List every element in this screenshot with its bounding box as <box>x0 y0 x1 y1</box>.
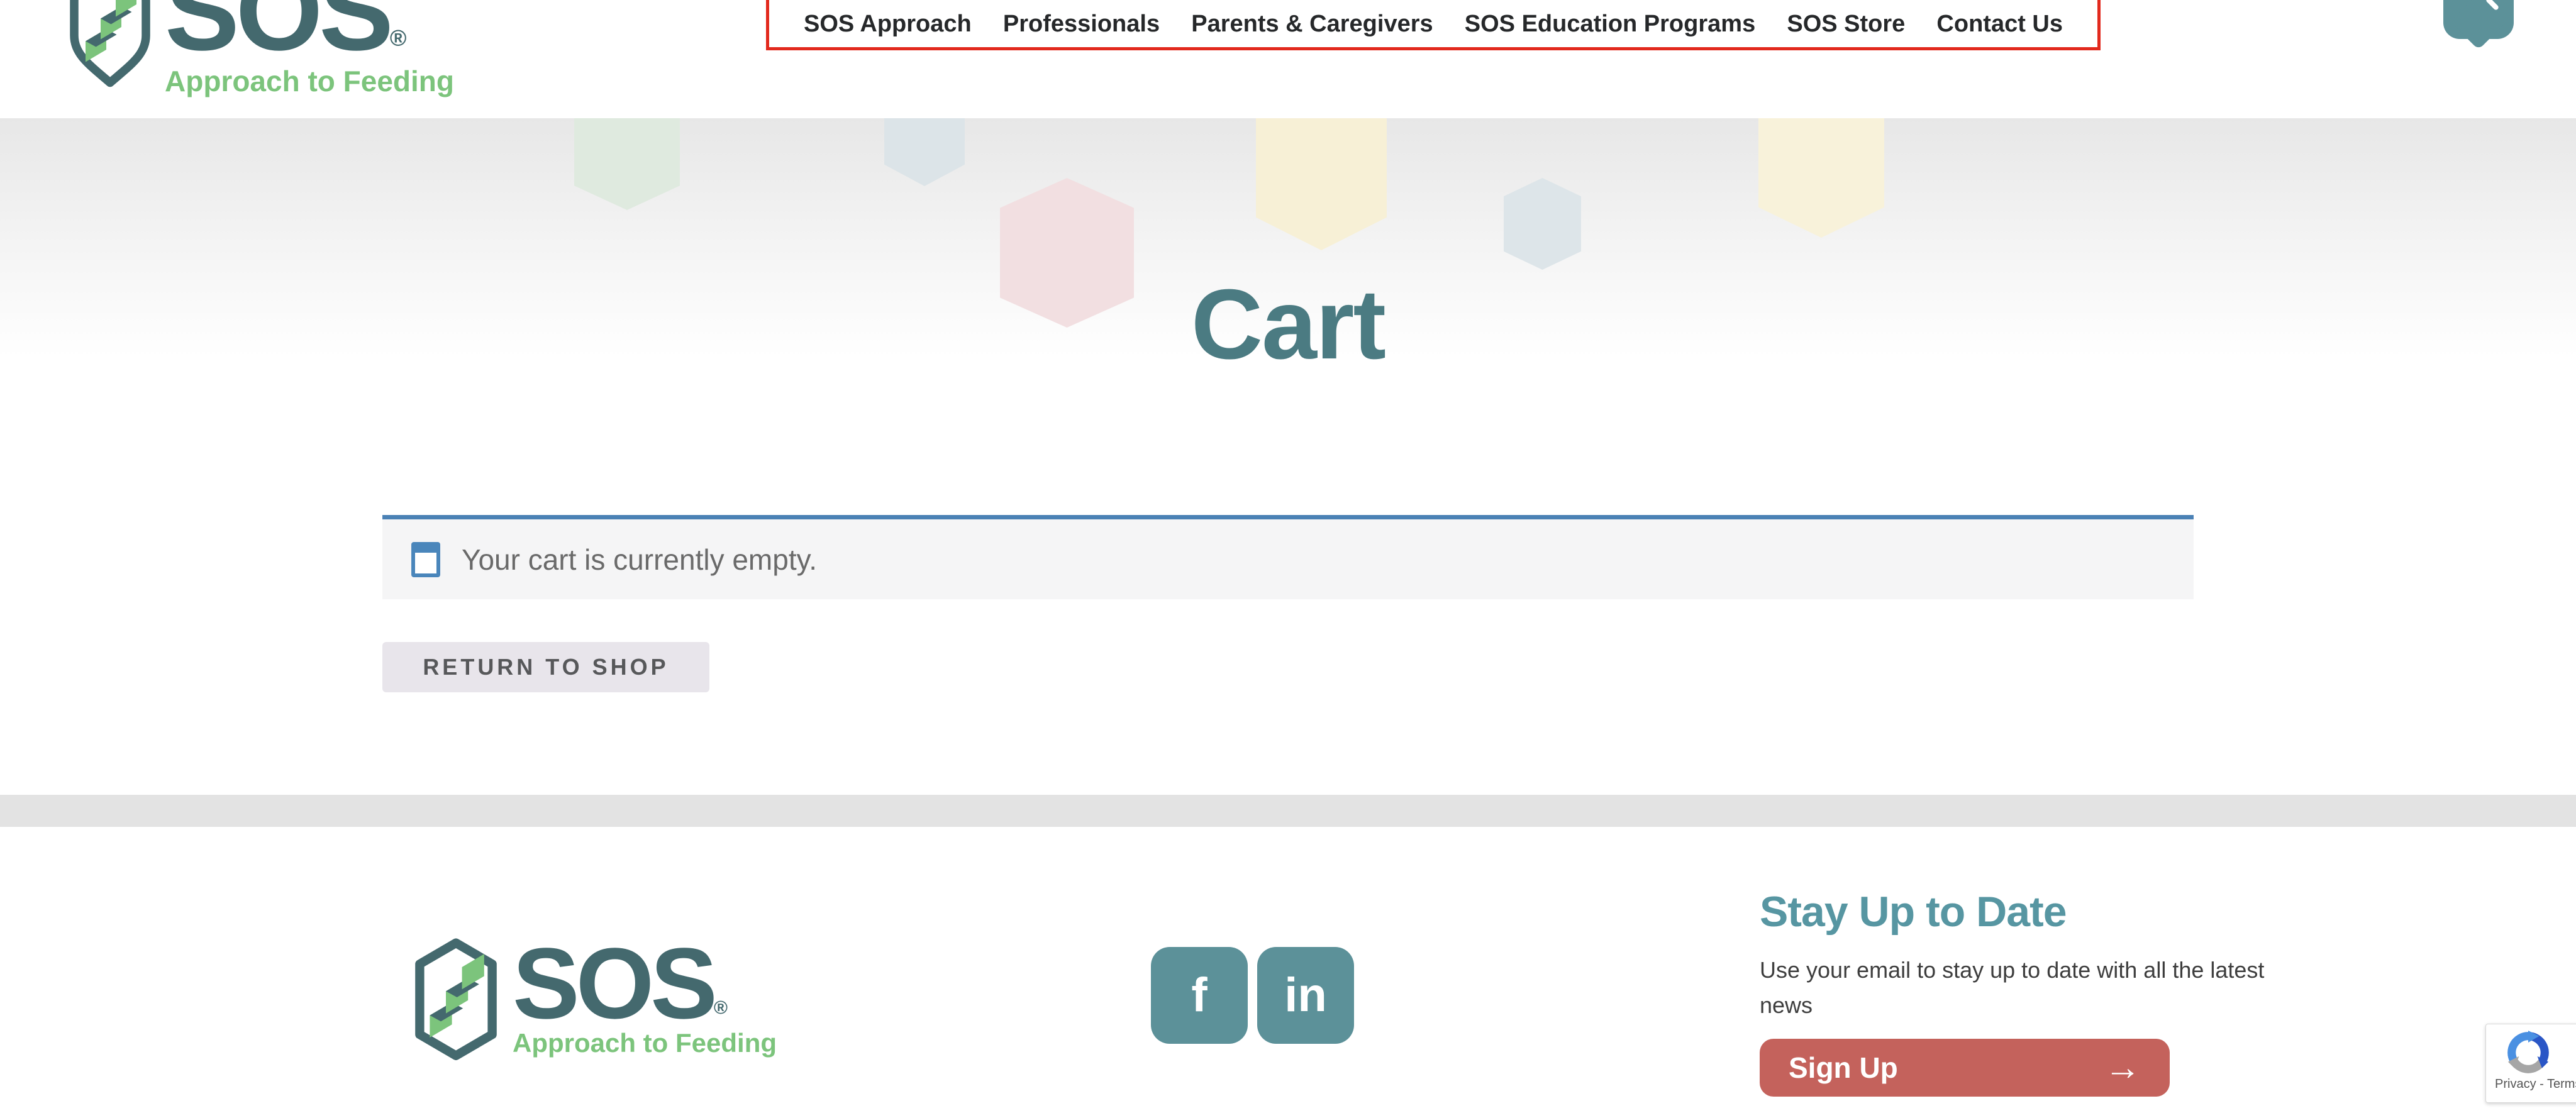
sos-hexagon-icon <box>406 937 506 1068</box>
logo-text: SOS® Approach to Feeding <box>165 0 454 98</box>
cart-icon <box>411 542 440 577</box>
page-title: Cart <box>0 268 2576 382</box>
linkedin-button[interactable]: in <box>1257 947 1354 1044</box>
brand-name: SOS <box>165 0 390 63</box>
footer-brand-name: SOS <box>513 937 714 1029</box>
brand-tagline: Approach to Feeding <box>165 64 454 98</box>
newsletter-heading: Stay Up to Date <box>1760 887 2326 936</box>
footer-registered-mark: ® <box>714 998 728 1019</box>
footer-brand-tagline: Approach to Feeding <box>513 1028 777 1058</box>
site-footer: SOS® Approach to Feeding f in Stay Up to… <box>0 827 2576 1118</box>
newsletter-section: Stay Up to Date Use your email to stay u… <box>1760 887 2326 1023</box>
main-nav: SOS Approach Professionals Parents & Car… <box>766 0 2101 50</box>
nav-item-sos-approach[interactable]: SOS Approach <box>804 11 972 38</box>
facebook-button[interactable]: f <box>1151 947 1248 1044</box>
section-divider <box>0 795 2576 827</box>
nav-item-professionals[interactable]: Professionals <box>1003 11 1160 38</box>
registered-mark: ® <box>390 25 407 51</box>
sos-shield-icon <box>63 0 157 98</box>
hexagon-decoration <box>1758 118 1884 238</box>
facebook-icon: f <box>1191 971 1207 1019</box>
social-links: f in <box>1151 947 1354 1044</box>
site-logo[interactable]: SOS® Approach to Feeding <box>63 0 454 98</box>
nav-item-sos-education-programs[interactable]: SOS Education Programs <box>1465 11 1755 38</box>
nav-item-sos-store[interactable]: SOS Store <box>1787 11 1905 38</box>
recaptcha-badge: Privacy - Terms <box>2485 1024 2576 1103</box>
empty-cart-message: Your cart is currently empty. <box>462 543 817 577</box>
return-to-shop-button[interactable]: RETURN TO SHOP <box>382 642 709 692</box>
sign-up-label: Sign Up <box>1789 1051 1898 1085</box>
arrow-right-icon: → <box>2104 1049 2141 1086</box>
empty-cart-notice: Your cart is currently empty. <box>382 515 2194 599</box>
nav-item-parents-caregivers[interactable]: Parents & Caregivers <box>1191 11 1433 38</box>
hero-section: Cart <box>0 118 2576 503</box>
sign-up-button[interactable]: Sign Up → <box>1760 1039 2170 1097</box>
hexagon-decoration <box>884 118 965 186</box>
hexagon-decoration <box>1504 178 1581 270</box>
footer-logo[interactable]: SOS® Approach to Feeding <box>406 937 777 1068</box>
hexagon-decoration <box>1256 118 1387 250</box>
linkedin-icon: in <box>1284 971 1327 1019</box>
hexagon-decoration <box>574 118 680 210</box>
site-header: SOS® Approach to Feeding SOS Approach Pr… <box>0 0 2576 118</box>
recaptcha-privacy-terms[interactable]: Privacy - Terms <box>2495 1077 2576 1092</box>
nav-item-contact-us[interactable]: Contact Us <box>1936 11 2063 38</box>
search-button[interactable] <box>2443 0 2514 67</box>
footer-logo-text: SOS® Approach to Feeding <box>513 937 777 1058</box>
newsletter-description: Use your email to stay up to date with a… <box>1760 953 2301 1023</box>
recaptcha-icon <box>2506 1031 2550 1075</box>
cart-icon-bar <box>414 545 437 553</box>
